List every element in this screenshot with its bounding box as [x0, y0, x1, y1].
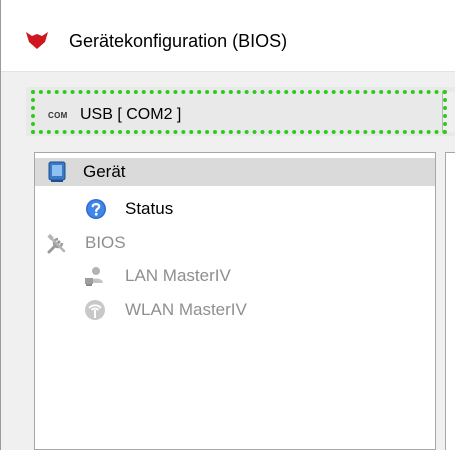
tools-icon — [47, 233, 66, 254]
connection-label[interactable]: USB [ COM2 ] — [80, 106, 181, 124]
tree-item-label: BIOS — [85, 233, 126, 252]
help-icon — [86, 199, 106, 219]
tree-item-label: WLAN MasterIV — [125, 300, 247, 319]
tree-item-label: LAN MasterIV — [125, 266, 231, 285]
device-icon — [48, 161, 66, 182]
wlan-icon — [85, 300, 105, 320]
tree-item-label: Status — [125, 199, 174, 218]
com-port-icon: COM — [48, 111, 68, 120]
window-title: Gerätekonfiguration (BIOS) — [69, 31, 288, 51]
title-bar: Gerätekonfiguration (BIOS) — [1, 0, 455, 72]
tree-item-label: Gerät — [83, 162, 126, 181]
app-window: Gerätekonfiguration (BIOS) COM USB [ COM… — [0, 0, 455, 450]
lan-user-icon — [85, 267, 103, 286]
app-logo-icon — [26, 32, 48, 49]
content-panel — [445, 152, 455, 450]
